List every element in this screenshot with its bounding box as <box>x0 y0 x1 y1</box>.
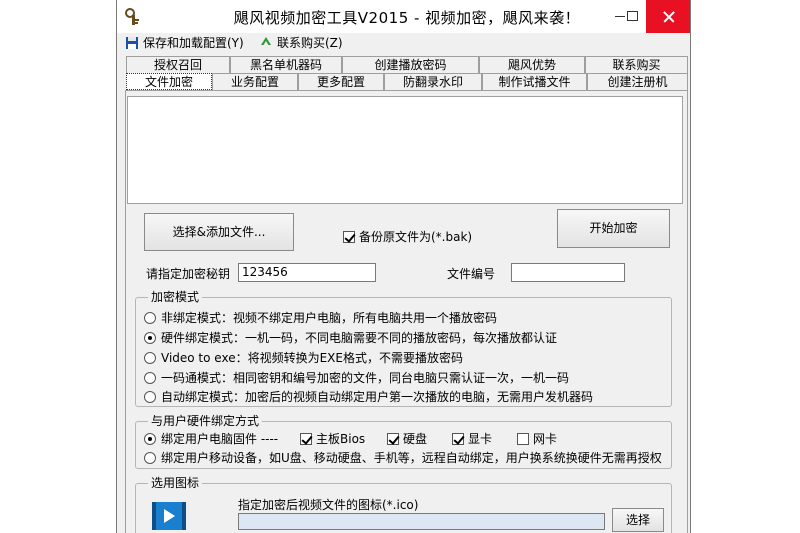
mode-unbound-radio[interactable] <box>144 311 156 324</box>
window-title: 飓风视频加密工具V2015 - 视频加密，飓风来袭！ <box>233 9 581 27</box>
mode-option-auto-bind[interactable]: 自动绑定模式：加密后的视频自动绑定用户第一次播放的电脑，无需用户发机器码 <box>144 388 593 405</box>
backup-checkbox-box[interactable] <box>343 230 355 243</box>
bind-gpu-checkbox[interactable]: 显卡 <box>452 430 492 447</box>
tab-business-config[interactable]: 业务配置 <box>212 73 298 90</box>
tab-create-play-password[interactable]: 创建播放密码 <box>342 56 479 73</box>
tab-advantages[interactable]: 飓风优势 <box>479 56 585 73</box>
bind-mobile-label: 绑定用户移动设备，如U盘、移动硬盘、手机等，远程自动绑定，用户换系统换硬件无需再… <box>161 451 662 465</box>
icon-select-title: 选用图标 <box>148 476 203 490</box>
menu-save-label: 保存和加载配置(Y) <box>143 36 244 50</box>
app-logo-icon <box>123 7 143 27</box>
bind-disk-label: 硬盘 <box>403 432 428 446</box>
tab-blacklist[interactable]: 黑名单机器码 <box>230 56 342 73</box>
mode-hardware-label: 硬件绑定模式：一机一码，不同电脑需要不同的播放密码，每次播放都认证 <box>161 331 558 345</box>
icon-select-button[interactable]: 选择 <box>612 508 664 532</box>
mode-unbound-label: 非绑定模式：视频不绑定用户电脑，所有电脑共用一个播放密码 <box>161 311 498 325</box>
key-label: 请指定加密秘钥 <box>146 267 231 281</box>
app-window: 飓风视频加密工具V2015 - 视频加密，飓风来袭！ 保存和加载配置(Y) 联系… <box>116 0 691 533</box>
menu-bar: 保存和加载配置(Y) 联系购买(Z) <box>117 33 690 53</box>
bind-bios-box[interactable] <box>300 432 312 445</box>
icon-select-group: 选用图标 指定加密后视频文件的图标(*.ico) 选择 <box>135 476 672 533</box>
mode-video-to-exe-radio[interactable] <box>144 351 156 364</box>
bind-disk-checkbox[interactable]: 硬盘 <box>387 430 427 447</box>
mode-video-to-exe-label: Video to exe：将视频转换为EXE格式，不需要播放密码 <box>161 351 463 365</box>
maximize-button[interactable] <box>617 0 647 33</box>
mode-option-one-code[interactable]: 一码通模式：相同密钥和编号加密的文件，同台电脑只需认证一次，一机一码 <box>144 369 569 386</box>
bind-nic-label: 网卡 <box>533 432 558 446</box>
bind-disk-box[interactable] <box>387 432 399 445</box>
recycle-icon <box>259 36 273 50</box>
bind-gpu-label: 显卡 <box>468 432 493 446</box>
mode-one-code-radio[interactable] <box>144 371 156 384</box>
mode-auto-bind-label: 自动绑定模式：加密后的视频自动绑定用户第一次播放的电脑，无需用户发机器码 <box>161 390 594 404</box>
title-bar[interactable]: 飓风视频加密工具V2015 - 视频加密，飓风来袭！ <box>117 0 690 33</box>
mode-option-unbound[interactable]: 非绑定模式：视频不绑定用户电脑，所有电脑共用一个播放密码 <box>144 309 497 326</box>
bind-gpu-box[interactable] <box>452 432 464 445</box>
tab-more-config[interactable]: 更多配置 <box>298 73 384 90</box>
bind-mobile-option[interactable]: 绑定用户移动设备，如U盘、移动硬盘、手机等，远程自动绑定，用户换系统换硬件无需再… <box>144 449 662 466</box>
bind-mobile-radio[interactable] <box>144 451 156 464</box>
video-file-icon <box>152 502 186 530</box>
tab-file-encrypt[interactable]: 文件加密 <box>126 73 212 90</box>
key-input[interactable]: 123456 <box>238 263 376 282</box>
backup-checkbox[interactable]: 备份原文件为(*.bak) <box>343 228 472 245</box>
icon-path-input[interactable] <box>238 513 605 530</box>
hardware-bind-title: 与用户硬件绑定方式 <box>148 414 263 428</box>
icon-hint: 指定加密后视频文件的图标(*.ico) <box>238 498 419 512</box>
bind-fixed-radio[interactable] <box>144 432 156 445</box>
tab-anti-record-watermark[interactable]: 防翻录水印 <box>384 73 482 90</box>
floppy-disk-icon <box>125 36 139 50</box>
tab-license-recall[interactable]: 授权召回 <box>126 56 230 73</box>
bind-bios-label: 主板Bios <box>316 432 366 446</box>
select-add-files-button[interactable]: 选择&添加文件... <box>144 213 294 251</box>
tab-contact-buy[interactable]: 联系购买 <box>585 56 688 73</box>
bind-fixed-label: 绑定用户电脑固件 ---- <box>161 432 279 446</box>
hardware-bind-group: 与用户硬件绑定方式 绑定用户电脑固件 ---- 主板Bios 硬盘 显卡 网卡 … <box>135 414 672 469</box>
menu-save-config[interactable]: 保存和加载配置(Y) <box>125 34 244 52</box>
tab-make-trial[interactable]: 制作试播文件 <box>482 73 587 90</box>
encrypt-mode-title: 加密模式 <box>148 290 203 304</box>
encrypt-mode-group: 加密模式 非绑定模式：视频不绑定用户电脑，所有电脑共用一个播放密码 硬件绑定模式… <box>135 290 672 407</box>
mode-auto-bind-radio[interactable] <box>144 390 156 403</box>
tab-create-keygen[interactable]: 创建注册机 <box>587 73 688 90</box>
bind-bios-checkbox[interactable]: 主板Bios <box>300 430 365 447</box>
mode-hardware-radio[interactable] <box>144 331 156 344</box>
file-no-input[interactable] <box>511 263 625 282</box>
mode-one-code-label: 一码通模式：相同密钥和编号加密的文件，同台电脑只需认证一次，一机一码 <box>161 371 570 385</box>
menu-contact-buy[interactable]: 联系购买(Z) <box>259 34 343 52</box>
bind-nic-box[interactable] <box>517 432 529 445</box>
file-list[interactable] <box>127 96 683 204</box>
mode-option-hardware[interactable]: 硬件绑定模式：一机一码，不同电脑需要不同的播放密码，每次播放都认证 <box>144 329 557 346</box>
file-no-label: 文件编号 <box>447 267 496 281</box>
close-button[interactable] <box>646 0 690 33</box>
start-encrypt-button[interactable]: 开始加密 <box>557 209 670 248</box>
menu-buy-label: 联系购买(Z) <box>277 36 343 50</box>
backup-checkbox-label: 备份原文件为(*.bak) <box>359 230 473 244</box>
bind-nic-checkbox[interactable]: 网卡 <box>517 430 557 447</box>
mode-option-video-to-exe[interactable]: Video to exe：将视频转换为EXE格式，不需要播放密码 <box>144 349 463 366</box>
bind-fixed-option[interactable]: 绑定用户电脑固件 ---- <box>144 430 278 447</box>
